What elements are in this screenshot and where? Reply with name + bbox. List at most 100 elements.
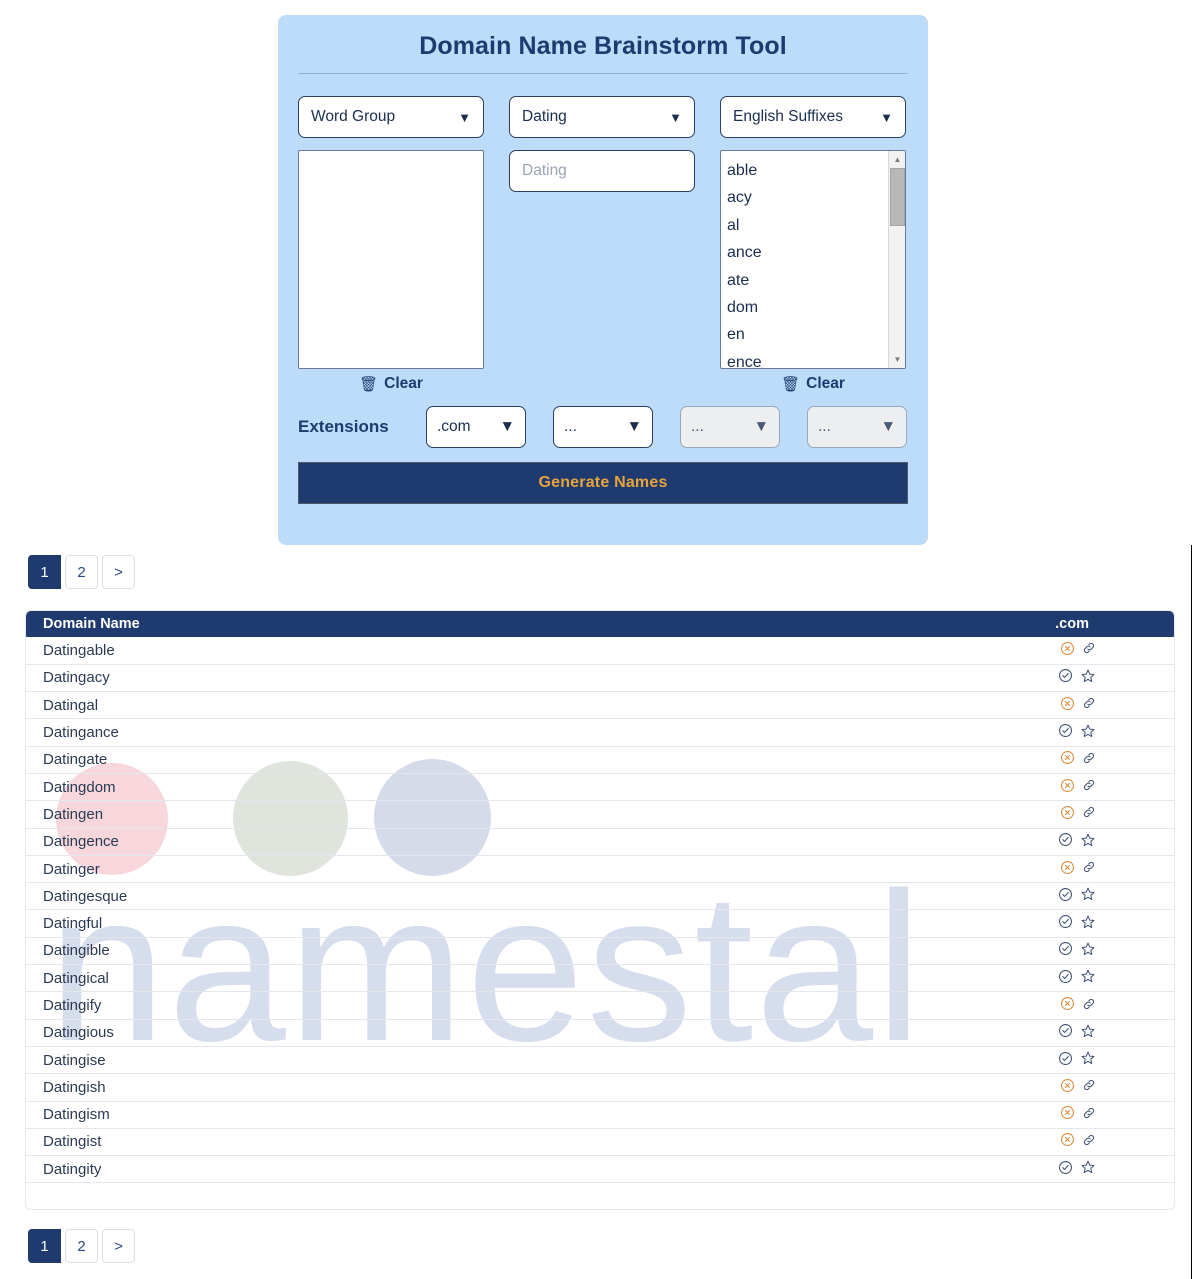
- scrollbar-thumb[interactable]: [890, 168, 905, 226]
- extension-select-3[interactable]: ... ▼: [680, 406, 780, 448]
- favorite-star-icon[interactable]: [1080, 1050, 1096, 1070]
- domain-name-cell: Datingence: [26, 828, 853, 856]
- link-icon[interactable]: [1082, 860, 1096, 878]
- link-icon[interactable]: [1082, 1133, 1096, 1151]
- table-row: Datingesque: [26, 882, 1174, 911]
- pagination-page-2[interactable]: 2: [65, 1229, 98, 1263]
- pagination-page-1[interactable]: 1: [28, 1229, 61, 1263]
- clear-suffixes-label: Clear: [806, 375, 845, 392]
- suffix-option[interactable]: ance: [726, 239, 889, 266]
- clear-words-button[interactable]: 🗑 Clear: [359, 375, 423, 393]
- link-icon[interactable]: [1082, 696, 1096, 714]
- favorite-star-icon[interactable]: [1080, 886, 1096, 906]
- unavailable-icon[interactable]: [1060, 1132, 1075, 1151]
- unavailable-icon[interactable]: [1060, 750, 1075, 769]
- extension-select-3-value: ...: [691, 418, 704, 435]
- unavailable-icon[interactable]: [1060, 696, 1075, 715]
- suffix-option[interactable]: ate: [726, 267, 889, 294]
- suffix-option[interactable]: al: [726, 212, 889, 239]
- suffix-set-select[interactable]: English Suffixes ▼: [720, 96, 906, 138]
- favorite-star-icon[interactable]: [1080, 968, 1096, 988]
- domain-name-cell: Datingise: [26, 1046, 853, 1075]
- status-actions-cell: [852, 637, 1174, 665]
- suffix-option[interactable]: ence: [726, 349, 889, 368]
- brainstorm-tool-panel: Domain Name Brainstorm Tool Word Group ▼…: [278, 15, 928, 545]
- extension-select-2[interactable]: ... ▼: [553, 406, 653, 448]
- table-row: Datingity: [26, 1155, 1174, 1184]
- favorite-star-icon[interactable]: [1080, 668, 1096, 688]
- link-icon[interactable]: [1082, 778, 1096, 796]
- clear-words-label: Clear: [384, 375, 423, 392]
- link-icon[interactable]: [1082, 1106, 1096, 1124]
- unavailable-icon[interactable]: [1060, 1078, 1075, 1097]
- domain-name-cell: Datingate: [26, 746, 853, 774]
- results-table-head: Domain Name .com: [26, 611, 1174, 637]
- word-group-select[interactable]: Word Group ▼: [298, 96, 484, 138]
- link-icon[interactable]: [1082, 805, 1096, 823]
- word-group-select-value: Word Group: [311, 108, 396, 125]
- link-icon[interactable]: [1082, 1078, 1096, 1096]
- available-icon[interactable]: [1058, 914, 1073, 933]
- status-actions-cell: [852, 800, 1174, 829]
- unavailable-icon[interactable]: [1060, 778, 1075, 797]
- suffix-list-box[interactable]: able acy al ance ate dom en ence ▲ ▼: [720, 150, 906, 369]
- link-icon[interactable]: [1082, 751, 1096, 769]
- pagination-bottom: 1 2 >: [28, 1229, 135, 1263]
- table-row: Datingish: [26, 1073, 1174, 1102]
- available-icon[interactable]: [1058, 668, 1073, 687]
- domain-name-cell: Datingesque: [26, 882, 853, 911]
- scroll-down-icon[interactable]: ▼: [889, 352, 905, 367]
- favorite-star-icon[interactable]: [1080, 914, 1096, 934]
- pagination-page-1[interactable]: 1: [28, 555, 61, 589]
- status-actions-cell: [852, 1155, 1174, 1184]
- extension-select-1[interactable]: .com ▼: [426, 406, 526, 448]
- chevron-down-icon: ▼: [499, 418, 515, 435]
- available-icon[interactable]: [1058, 1051, 1073, 1070]
- domain-name-cell: Datingish: [26, 1073, 853, 1102]
- scroll-up-icon[interactable]: ▲: [889, 152, 905, 167]
- unavailable-icon[interactable]: [1060, 641, 1075, 660]
- favorite-star-icon[interactable]: [1080, 723, 1096, 743]
- table-row: Datingical: [26, 964, 1174, 993]
- link-icon[interactable]: [1082, 997, 1096, 1015]
- category-select[interactable]: Dating ▼: [509, 96, 695, 138]
- clear-suffixes-button[interactable]: 🗑 Clear: [781, 375, 845, 393]
- available-icon[interactable]: [1058, 887, 1073, 906]
- pagination-next-button[interactable]: >: [102, 555, 135, 589]
- suffix-list-scrollbar[interactable]: ▲ ▼: [888, 151, 905, 368]
- available-icon[interactable]: [1058, 941, 1073, 960]
- generate-names-button[interactable]: Generate Names: [298, 462, 908, 504]
- keyword-input[interactable]: [509, 150, 695, 192]
- available-icon[interactable]: [1058, 723, 1073, 742]
- suffix-option[interactable]: dom: [726, 294, 889, 321]
- available-icon[interactable]: [1058, 832, 1073, 851]
- available-icon[interactable]: [1058, 969, 1073, 988]
- suffix-option[interactable]: able: [726, 157, 889, 184]
- suffix-option[interactable]: en: [726, 321, 889, 348]
- favorite-star-icon[interactable]: [1080, 1023, 1096, 1043]
- favorite-star-icon[interactable]: [1080, 1159, 1096, 1179]
- available-icon[interactable]: [1058, 1160, 1073, 1179]
- favorite-star-icon[interactable]: [1080, 941, 1096, 961]
- link-icon[interactable]: [1082, 641, 1096, 659]
- unavailable-icon[interactable]: [1060, 860, 1075, 879]
- extension-select-4-value: ...: [818, 418, 831, 435]
- favorite-star-icon[interactable]: [1080, 832, 1096, 852]
- unavailable-icon[interactable]: [1060, 805, 1075, 824]
- available-icon[interactable]: [1058, 1023, 1073, 1042]
- word-list-box[interactable]: [298, 150, 484, 369]
- domain-name-cell: Datingful: [26, 909, 853, 938]
- table-row: Datingate: [26, 746, 1174, 774]
- suffix-option[interactable]: acy: [726, 184, 889, 211]
- extension-select-4[interactable]: ... ▼: [807, 406, 907, 448]
- table-row: Datingise: [26, 1046, 1174, 1075]
- unavailable-icon[interactable]: [1060, 1105, 1075, 1124]
- pagination-page-2[interactable]: 2: [65, 555, 98, 589]
- table-row: Datinger: [26, 855, 1174, 884]
- table-row: Datingdom: [26, 773, 1174, 802]
- pagination-next-button[interactable]: >: [102, 1229, 135, 1263]
- table-row: Datingist: [26, 1128, 1174, 1157]
- table-row: Datingible: [26, 937, 1174, 966]
- status-actions-cell: [852, 1073, 1174, 1102]
- unavailable-icon[interactable]: [1060, 996, 1075, 1015]
